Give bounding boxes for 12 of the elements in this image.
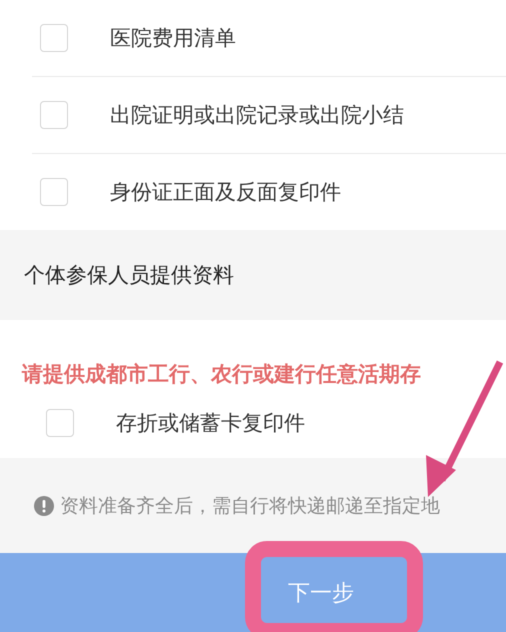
checkbox[interactable] [46, 409, 74, 437]
notice-text: 资料准备齐全后，需自行将快递邮递至指定地 [60, 494, 440, 518]
checkbox[interactable] [40, 101, 68, 129]
document-label: 身份证正面及反面复印件 [110, 179, 341, 206]
section-title: 个体参保人员提供资料 [24, 262, 234, 289]
document-label: 医院费用清单 [110, 25, 236, 52]
checkbox[interactable] [40, 178, 68, 206]
info-icon [34, 496, 54, 516]
requirement-note: 请提供成都市工行、农行或建行任意活期存 [20, 361, 422, 388]
document-label: 出院证明或出院记录或出院小结 [110, 102, 404, 129]
checkbox[interactable] [40, 24, 68, 52]
document-label: 存折或储蓄卡复印件 [116, 410, 305, 437]
